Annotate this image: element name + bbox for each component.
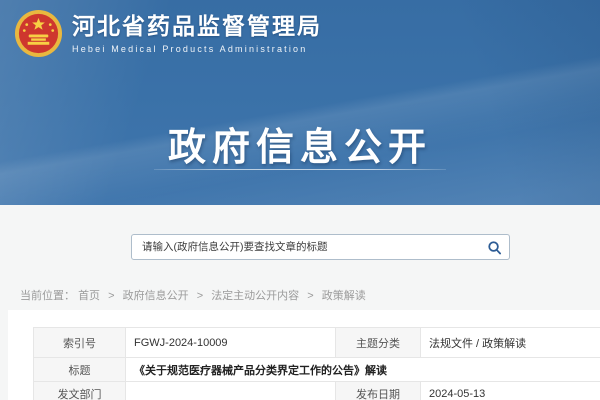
breadcrumb-home[interactable]: 首页 (78, 290, 100, 302)
national-emblem-icon (14, 9, 63, 58)
hero-banner: 河北省药品监督管理局 Hebei Medical Products Admini… (0, 0, 600, 205)
breadcrumb: 当前位置： 首页 > 政府信息公开 > 法定主动公开内容 > 政策解读 (20, 287, 366, 303)
table-row: 标题 《关于规范医疗器械产品分类界定工作的公告》解读 (34, 358, 600, 382)
agency-title-block: 河北省药品监督管理局 Hebei Medical Products Admini… (72, 13, 322, 53)
search-box (131, 234, 510, 260)
subject-category-label: 主题分类 (336, 328, 421, 358)
search-input[interactable] (132, 235, 479, 259)
publish-date-label: 发布日期 (336, 382, 421, 400)
content-area: 当前位置： 首页 > 政府信息公开 > 法定主动公开内容 > 政策解读 索引号 … (0, 205, 600, 400)
breadcrumb-statutory-disclosure[interactable]: 法定主动公开内容 (211, 290, 299, 302)
index-number-label: 索引号 (34, 328, 126, 358)
issuing-department-label: 发文部门 (34, 382, 126, 400)
agency-name-en: Hebei Medical Products Administration (72, 44, 322, 54)
publish-date-value: 2024-05-13 (421, 382, 600, 400)
breadcrumb-gov-info[interactable]: 政府信息公开 (123, 290, 189, 302)
document-meta-table: 索引号 FGWJ-2024-10009 主题分类 法规文件 / 政策解读 标题 … (33, 327, 600, 400)
agency-name-zh: 河北省药品监督管理局 (72, 13, 322, 39)
search-icon (487, 240, 502, 255)
table-row: 发文部门 发布日期 2024-05-13 (34, 382, 600, 400)
breadcrumb-separator: > (108, 290, 114, 302)
breadcrumb-separator: > (197, 290, 203, 302)
page-title: 政府信息公开 (0, 116, 600, 171)
issuing-department-value (126, 382, 336, 400)
site-header: 河北省药品监督管理局 Hebei Medical Products Admini… (14, 9, 322, 58)
document-card: 索引号 FGWJ-2024-10009 主题分类 法规文件 / 政策解读 标题 … (8, 310, 600, 400)
document-title-value: 《关于规范医疗器械产品分类界定工作的公告》解读 (126, 358, 600, 382)
breadcrumb-separator: > (307, 290, 313, 302)
table-row: 索引号 FGWJ-2024-10009 主题分类 法规文件 / 政策解读 (34, 328, 600, 358)
title-underline (154, 169, 446, 170)
breadcrumb-policy-interpretation[interactable]: 政策解读 (322, 290, 366, 302)
title-label: 标题 (34, 358, 126, 382)
breadcrumb-prefix: 当前位置： (20, 290, 75, 302)
subject-category-value: 法规文件 / 政策解读 (421, 328, 600, 358)
index-number-value: FGWJ-2024-10009 (126, 328, 336, 358)
search-button[interactable] (479, 235, 509, 259)
